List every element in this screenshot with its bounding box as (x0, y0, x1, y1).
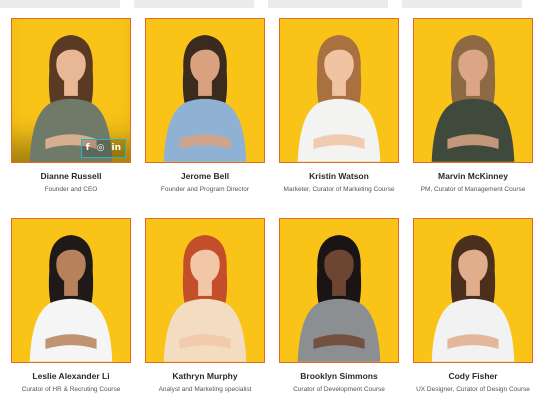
linkedin-icon[interactable]: in (112, 144, 122, 153)
portrait-torso (297, 98, 381, 162)
team-member-name: Kathryn Murphy (172, 371, 238, 381)
instagram-icon[interactable]: ◎ (97, 144, 105, 153)
team-member-card[interactable]: f ◎ in Dianne Russell Founder and CEO (10, 18, 132, 193)
portrait-torso (163, 98, 247, 162)
portrait-torso (431, 98, 515, 162)
team-member-role: Analyst and Marketing specialist (158, 386, 252, 393)
team-member-card[interactable]: Kathryn Murphy Analyst and Marketing spec… (144, 218, 266, 393)
portrait-illustration (29, 234, 113, 362)
portrait-illustration (431, 34, 515, 162)
portrait-illustration (431, 234, 515, 362)
team-member-role: Founder and Program Director (160, 186, 250, 193)
previous-section-strip (0, 0, 554, 8)
team-member-photo[interactable] (279, 218, 399, 363)
team-member-photo[interactable] (145, 218, 265, 363)
team-member-photo[interactable] (413, 18, 533, 163)
portrait-illustration (163, 34, 247, 162)
team-member-name: Cody Fisher (448, 371, 498, 381)
facebook-icon[interactable]: f (86, 144, 90, 153)
social-links: f ◎ in (80, 139, 126, 158)
team-page: f ◎ in Dianne Russell Founder and CEO Jerome … (0, 0, 554, 411)
team-member-card[interactable]: Marvin McKinney PM, Curator of Management… (412, 18, 534, 193)
strip-segment (402, 0, 522, 8)
team-member-photo[interactable] (145, 18, 265, 163)
strip-segment (0, 0, 120, 8)
team-member-photo[interactable] (11, 218, 131, 363)
team-member-photo[interactable]: f ◎ in (11, 18, 131, 163)
team-member-card[interactable]: Cody Fisher UX Designer, Curator of Desig… (412, 218, 534, 393)
strip-segment (134, 0, 254, 8)
portrait-illustration (297, 34, 381, 162)
team-member-name: Brooklyn Simmons (300, 371, 378, 381)
portrait-torso (431, 298, 515, 362)
team-member-name: Dianne Russell (40, 171, 102, 181)
team-member-card[interactable]: Kristin Watson Marketer, Curator of Marke… (278, 18, 400, 193)
portrait-torso (297, 298, 381, 362)
team-member-card[interactable]: Brooklyn Simmons Curator of Development C… (278, 218, 400, 393)
team-grid: f ◎ in Dianne Russell Founder and CEO Jerome … (10, 18, 544, 393)
team-member-role: Founder and CEO (44, 186, 98, 193)
team-member-role: Marketer, Curator of Marketing Course (283, 186, 395, 193)
team-member-role: UX Designer, Curator of Design Course (416, 386, 530, 393)
team-member-photo[interactable] (413, 218, 533, 363)
portrait-illustration (163, 234, 247, 362)
team-member-card[interactable]: Leslie Alexander Li Curator of HR & Recru… (10, 218, 132, 393)
portrait-torso (163, 298, 247, 362)
team-member-name: Marvin McKinney (438, 171, 508, 181)
team-member-name: Kristin Watson (309, 171, 369, 181)
team-member-role: PM, Curator of Management Course (420, 186, 526, 193)
portrait-illustration (297, 234, 381, 362)
strip-segment (268, 0, 388, 8)
team-member-photo[interactable] (279, 18, 399, 163)
team-member-name: Jerome Bell (180, 171, 230, 181)
team-member-role: Curator of Development Course (293, 386, 385, 393)
team-member-card[interactable]: Jerome Bell Founder and Program Director (144, 18, 266, 193)
team-member-role: Curator of HR & Recruting Course (21, 386, 121, 393)
team-member-name: Leslie Alexander Li (32, 371, 110, 381)
portrait-torso (29, 298, 113, 362)
